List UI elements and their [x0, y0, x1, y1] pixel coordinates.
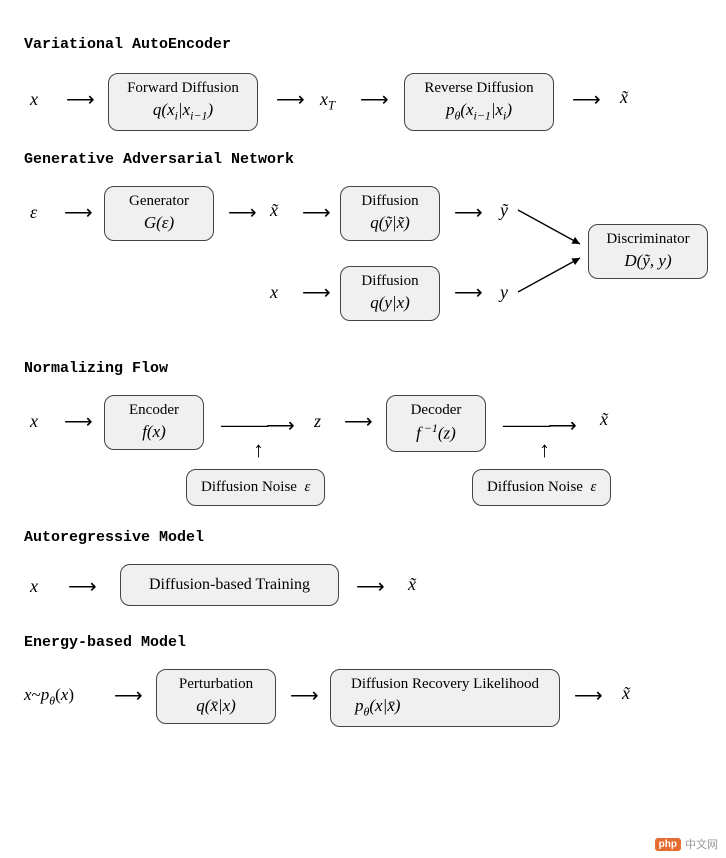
arrow-icon: ⟶ [290, 683, 318, 708]
gan-diffusion2-label: Diffusion [353, 272, 427, 291]
gan-xtilde: x̃ [270, 200, 278, 221]
flow-encoder-formula: f(x) [117, 421, 191, 442]
vae-input-x: x [30, 89, 38, 110]
gan-diffusion2-formula: q(y|x) [353, 292, 427, 313]
ar-xtilde: x̃ [408, 574, 416, 595]
flow-noise1-box: Diffusion Noise ε [186, 469, 325, 506]
ebm-perturb-label: Perturbation [169, 675, 263, 694]
arrow-icon: ⟶ [454, 200, 482, 225]
vae-forward-formula: q(xi|xi−1) [121, 99, 245, 123]
gan-generator-formula: G(ε) [117, 212, 201, 233]
flow-noise2-box: Diffusion Noise ε [472, 469, 611, 506]
flow-decoder-formula: f −1(z) [399, 421, 473, 444]
ebm-recovery-box: Diffusion Recovery Likelihood pθ(x|x̄) [330, 669, 560, 727]
flow-encoder-label: Encoder [117, 401, 191, 420]
flow-x: x [30, 411, 38, 432]
arrow-icon: ⟶ [360, 87, 388, 112]
arrow-icon: ⟶ [574, 683, 602, 708]
flow-decoder-label: Decoder [399, 401, 473, 420]
gan-diffusion1-box: Diffusion q(ỹ|x̃) [340, 186, 440, 241]
arrow-icon: ⟶ [66, 87, 94, 112]
watermark-badge: php [655, 838, 681, 851]
gan-discriminator-label: Discriminator [601, 230, 695, 249]
arrow-icon: ⟶ [68, 574, 96, 599]
ebm-perturb-box: Perturbation q(x̄|x) [156, 669, 276, 724]
ebm-lhs: x~pθ(x) [24, 685, 74, 708]
arrow-up-icon: ↑ [253, 437, 264, 463]
flow-xtilde: x̃ [600, 409, 608, 430]
section-title-flow: Normalizing Flow [24, 360, 702, 377]
watermark: php 中文网 [655, 836, 718, 852]
gan-discriminator-box: Discriminator D(ỹ, y) [588, 224, 708, 279]
vae-mid-xt: xT [320, 89, 335, 114]
arrow-up-icon: ↑ [539, 437, 550, 463]
diagram-gan: ε ⟶ Generator G(ε) ⟶ x̃ ⟶ Diffusion q(ỹ|… [24, 182, 702, 342]
gan-x: x [270, 282, 278, 303]
gan-diffusion1-label: Diffusion [353, 192, 427, 211]
arrow-icon: ⟶ [276, 87, 304, 112]
arrow-icon: ⟶ [302, 280, 330, 305]
diagram-ar: x ⟶ Diffusion-based Training ⟶ x̃ [24, 560, 702, 616]
flow-z: z [314, 411, 321, 432]
arrow-icon: ⟶ [64, 409, 92, 434]
arrow-icon: ⸻⟶ [220, 409, 292, 438]
ebm-perturb-formula: q(x̄|x) [169, 695, 263, 716]
gan-diffusion1-formula: q(ỹ|x̃) [353, 212, 427, 233]
ar-training-box: Diffusion-based Training [120, 564, 339, 606]
diagram-ebm: x~pθ(x) ⟶ Perturbation q(x̄|x) ⟶ Diffusi… [24, 665, 702, 727]
vae-forward-label: Forward Diffusion [121, 79, 245, 98]
arrow-icon: ⟶ [572, 87, 600, 112]
gan-discriminator-formula: D(ỹ, y) [601, 250, 695, 271]
gan-ytilde: ỹ [500, 200, 508, 221]
vae-output-xtilde: x̃ [620, 87, 628, 108]
vae-reverse-formula: pθ(xi−1|xi) [417, 99, 541, 123]
ebm-xtilde: x̃ [622, 683, 630, 704]
diagram-vae: x ⟶ Forward Diffusion q(xi|xi−1) ⟶ xT ⟶ … [24, 67, 702, 133]
vae-reverse-label: Reverse Diffusion [417, 79, 541, 98]
section-title-gan: Generative Adversarial Network [24, 151, 702, 168]
arrow-icon: ⟶ [302, 200, 330, 225]
gan-generator-box: Generator G(ε) [104, 186, 214, 241]
ar-training-label: Diffusion-based Training [149, 575, 310, 595]
gan-y: y [500, 282, 508, 303]
gan-eps: ε [30, 202, 37, 223]
arrow-icon: ⸻⟶ [502, 409, 574, 438]
gan-diffusion2-box: Diffusion q(y|x) [340, 266, 440, 321]
flow-noise2-label: Diffusion Noise ε [487, 478, 596, 497]
vae-forward-box: Forward Diffusion q(xi|xi−1) [108, 73, 258, 131]
section-title-ebm: Energy-based Model [24, 634, 702, 651]
ebm-recovery-label: Diffusion Recovery Likelihood [343, 675, 547, 694]
watermark-text: 中文网 [685, 836, 718, 852]
flow-noise1-label: Diffusion Noise ε [201, 478, 310, 497]
arrow-icon: ⟶ [114, 683, 142, 708]
ar-x: x [30, 576, 38, 597]
vae-reverse-box: Reverse Diffusion pθ(xi−1|xi) [404, 73, 554, 131]
section-title-ar: Autoregressive Model [24, 529, 702, 546]
diagram-flow: x ⟶ Encoder f(x) ⸻⟶ z ⟶ Decoder f −1(z) … [24, 391, 702, 511]
arrow-icon: ⟶ [64, 200, 92, 225]
gan-generator-label: Generator [117, 192, 201, 211]
ebm-recovery-formula: pθ(x|x̄) [343, 695, 547, 719]
arrow-icon: ⟶ [228, 200, 256, 225]
section-title-vae: Variational AutoEncoder [24, 36, 702, 53]
flow-decoder-box: Decoder f −1(z) [386, 395, 486, 452]
arrow-icon: ⟶ [356, 574, 384, 599]
arrow-icon: ⟶ [454, 280, 482, 305]
arrow-icon: ⟶ [344, 409, 372, 434]
gan-converge-arrows [514, 200, 594, 300]
flow-encoder-box: Encoder f(x) [104, 395, 204, 450]
